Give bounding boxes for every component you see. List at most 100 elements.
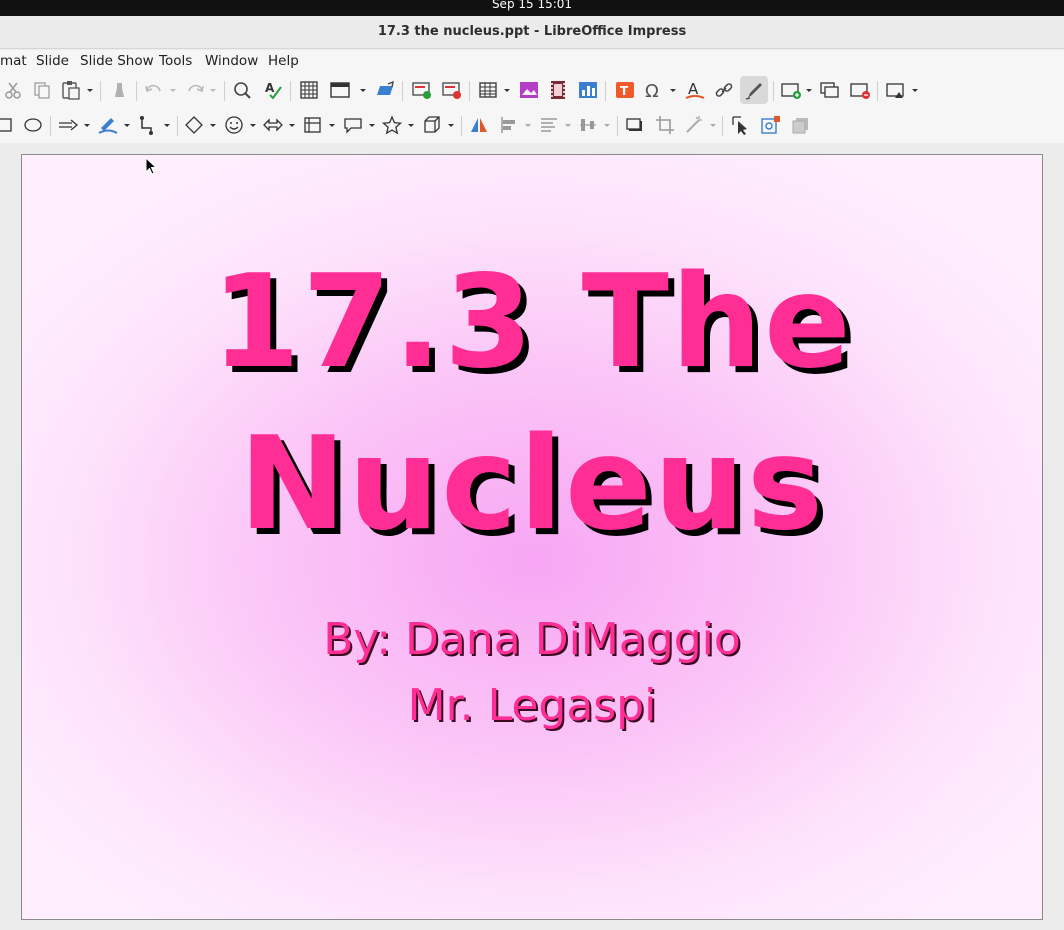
basic-shapes-icon[interactable] (183, 114, 205, 136)
line-color-dropdown-icon[interactable] (123, 114, 131, 136)
grid-icon[interactable] (298, 79, 320, 101)
slide-title-line-1[interactable]: 17.3 The (22, 240, 1042, 405)
stars-icon[interactable] (381, 114, 403, 136)
toolbar-separator (773, 81, 774, 101)
callouts-icon[interactable] (342, 114, 364, 136)
start-from-first-icon[interactable] (411, 79, 433, 101)
stars-dropdown-icon[interactable] (407, 114, 415, 136)
table-icon[interactable] (477, 79, 499, 101)
image-icon[interactable] (518, 79, 540, 101)
connector-icon[interactable] (137, 114, 159, 136)
slide-canvas[interactable]: 17.3 The Nucleus By: Dana DiMaggio Mr. L… (21, 154, 1043, 920)
toolbar-separator (877, 81, 878, 101)
toolbar-separator (50, 116, 51, 136)
rectangle-icon[interactable] (0, 114, 16, 136)
window-title-bar: 17.3 the nucleus.ppt - LibreOffice Impre… (0, 16, 1064, 49)
special-character-dropdown-icon[interactable] (669, 79, 677, 101)
slide-layout-icon[interactable] (885, 79, 907, 101)
clone-formatting-icon[interactable] (108, 79, 130, 101)
slide-layout-dropdown-icon[interactable] (911, 79, 919, 101)
svg-text:A: A (265, 81, 275, 95)
distribute-dropdown-icon[interactable] (603, 114, 611, 136)
toolbar-separator (290, 81, 291, 101)
callouts-dropdown-icon[interactable] (368, 114, 376, 136)
arrange-icon[interactable] (538, 114, 560, 136)
distribute-icon[interactable] (577, 114, 599, 136)
line-color-icon[interactable] (97, 114, 119, 136)
arrange-dropdown-icon[interactable] (564, 114, 572, 136)
basic-shapes-dropdown-icon[interactable] (209, 114, 217, 136)
slide-subtitle-author[interactable]: By: Dana DiMaggio (22, 610, 1042, 670)
special-character-icon[interactable]: Ω (643, 79, 665, 101)
window-title: 17.3 the nucleus.ppt - LibreOffice Impre… (377, 24, 687, 39)
display-views-dropdown-icon[interactable] (359, 79, 367, 101)
start-from-current-icon[interactable] (441, 79, 463, 101)
redo-dropdown-icon[interactable] (209, 79, 217, 101)
cut-icon[interactable] (2, 79, 24, 101)
undo-dropdown-icon[interactable] (169, 79, 177, 101)
svg-text:Ω: Ω (645, 81, 659, 101)
toolbar-separator (100, 81, 101, 101)
flowchart-dropdown-icon[interactable] (328, 114, 336, 136)
ellipse-icon[interactable] (22, 114, 44, 136)
display-views-icon[interactable] (329, 79, 351, 101)
media-icon[interactable] (547, 79, 569, 101)
filter-dropdown-icon[interactable] (709, 114, 717, 136)
undo-icon[interactable] (143, 79, 165, 101)
new-slide-dropdown-icon[interactable] (805, 79, 813, 101)
toolbar-separator (224, 81, 225, 101)
redo-icon[interactable] (184, 79, 206, 101)
flowchart-icon[interactable] (302, 114, 324, 136)
standard-toolbar: A T Ω A (0, 73, 1064, 108)
svg-text:T: T (620, 84, 629, 98)
3d-objects-dropdown-icon[interactable] (447, 114, 455, 136)
menu-help[interactable]: Help (268, 53, 299, 69)
chart-icon[interactable] (577, 79, 599, 101)
select-icon[interactable] (730, 114, 752, 136)
slide-title-line-2[interactable]: Nucleus (22, 402, 1042, 567)
block-arrows-icon[interactable] (262, 114, 284, 136)
system-top-bar: Sep 15 15:01 (0, 0, 1064, 16)
arrow-icon[interactable] (57, 114, 79, 136)
symbol-shapes-dropdown-icon[interactable] (249, 114, 257, 136)
3d-objects-icon[interactable] (421, 114, 443, 136)
paste-dropdown-icon[interactable] (86, 79, 94, 101)
delete-slide-icon[interactable] (849, 79, 871, 101)
menu-slide[interactable]: Slide (36, 53, 69, 69)
slide-subtitle-teacher[interactable]: Mr. Legaspi (22, 676, 1042, 736)
draw-function-icon[interactable] (740, 76, 768, 104)
fontwork-icon[interactable]: A (684, 79, 706, 101)
menu-window[interactable]: Window (205, 53, 258, 69)
extrusion-icon[interactable] (790, 114, 812, 136)
transformations-icon[interactable] (468, 114, 490, 136)
menu-format[interactable]: mat (0, 53, 27, 69)
hyperlink-icon[interactable] (713, 79, 735, 101)
connector-dropdown-icon[interactable] (163, 114, 171, 136)
find-replace-icon[interactable] (231, 79, 253, 101)
mouse-pointer-icon (145, 156, 159, 177)
glue-points-icon[interactable] (760, 114, 782, 136)
spelling-icon[interactable]: A (262, 79, 284, 101)
arrow-dropdown-icon[interactable] (83, 114, 91, 136)
symbol-shapes-icon[interactable] (223, 114, 245, 136)
filter-icon[interactable] (683, 114, 705, 136)
master-slide-icon[interactable] (374, 79, 396, 101)
duplicate-slide-icon[interactable] (819, 79, 841, 101)
copy-icon[interactable] (31, 79, 53, 101)
new-slide-icon[interactable] (780, 79, 802, 101)
menu-slide-show[interactable]: Slide Show (80, 53, 154, 69)
toolbar-separator (605, 81, 606, 101)
table-dropdown-icon[interactable] (503, 79, 511, 101)
toolbar-separator (461, 116, 462, 136)
toolbar-separator (469, 81, 470, 101)
system-clock[interactable]: Sep 15 15:01 (0, 0, 1064, 11)
menu-bar: mat Slide Slide Show Tools Window Help (0, 50, 1064, 73)
crop-icon[interactable] (654, 114, 676, 136)
align-dropdown-icon[interactable] (524, 114, 532, 136)
textbox-icon[interactable]: T (614, 79, 636, 101)
shadow-icon[interactable] (624, 114, 646, 136)
paste-icon[interactable] (60, 79, 82, 101)
block-arrows-dropdown-icon[interactable] (288, 114, 296, 136)
menu-tools[interactable]: Tools (159, 53, 192, 69)
align-icon[interactable] (498, 114, 520, 136)
